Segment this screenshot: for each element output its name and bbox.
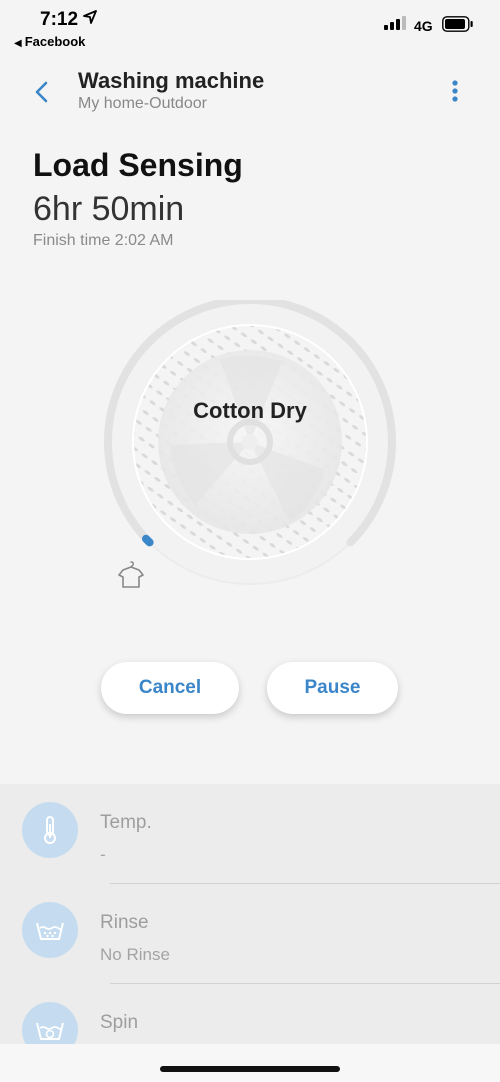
back-to-app-link[interactable]: ◀ Facebook [14,34,85,49]
network-type: 4G [414,18,433,34]
finish-time: Finish time 2:02 AM [33,232,174,249]
drum-progress-dial [104,300,396,585]
rinse-basin-icon [22,902,78,958]
back-app-label: Facebook [24,34,86,49]
app-header: Washing machine My home-Outdoor [0,56,500,126]
option-label: Temp. [100,812,152,833]
status-time: 7:12 [40,9,79,30]
cancel-button[interactable]: Cancel [101,662,239,714]
remaining-time: 6hr 50min [33,190,185,228]
home-indicator[interactable] [160,1066,340,1072]
option-value: No Rinse [100,945,170,964]
dial-progress-arc [142,534,154,547]
more-options-icon[interactable] [446,76,464,106]
home-indicator-area [0,1044,500,1082]
spin-basin-icon [22,1002,78,1044]
pause-button[interactable]: Pause [267,662,398,714]
option-value: - [100,845,106,864]
cellular-signal-icon [384,16,406,30]
cycle-status-title: Load Sensing [33,147,243,183]
option-temp[interactable]: Temp. - [0,784,500,884]
thermometer-icon [22,802,78,858]
battery-icon [442,16,473,32]
back-triangle-icon: ◀ [14,38,22,49]
shirt-icon [118,561,144,588]
page-title: Washing machine [78,68,265,93]
back-chevron-icon[interactable] [30,78,54,106]
status-bar: 7:12 ◀ Facebook 4G [0,0,500,56]
drum-hub-center [242,434,258,450]
location-arrow-icon [83,10,97,24]
option-label: Rinse [100,912,149,933]
option-label: Spin [100,1012,139,1033]
option-spin[interactable]: Spin [0,984,500,1044]
cycle-name: Cotton Dry [193,398,307,423]
options-list: Temp. - Rinse No Rinse Spin [0,784,500,1044]
option-rinse[interactable]: Rinse No Rinse [0,884,500,984]
device-location: My home-Outdoor [78,95,207,112]
